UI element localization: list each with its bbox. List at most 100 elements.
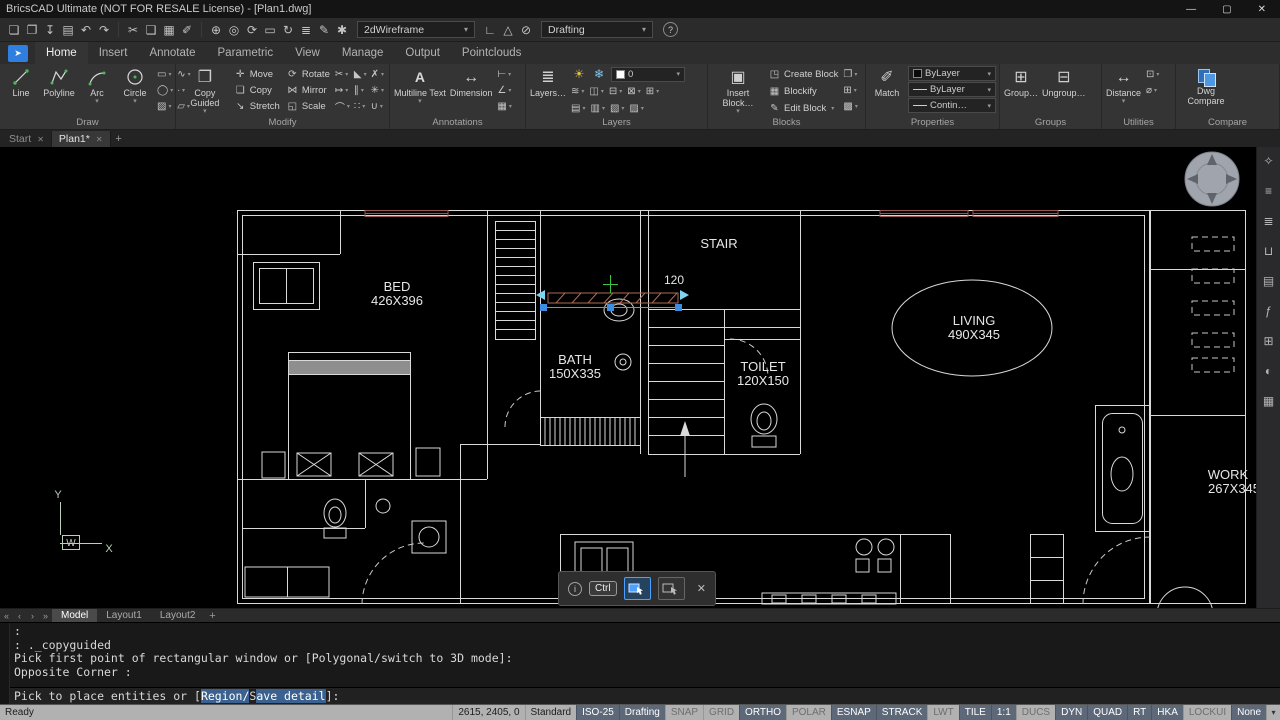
block-tool-icon-2[interactable]: ⊞ — [842, 82, 858, 98]
toggle-lwt[interactable]: LWT — [927, 705, 958, 720]
multiline-text-button[interactable]: A Multiline Text — [394, 66, 446, 105]
status-menu-icon[interactable]: ▾ — [1266, 705, 1280, 720]
field-standard[interactable]: Standard — [525, 705, 577, 720]
structure-panel-icon[interactable]: ⊞ — [1260, 332, 1277, 349]
ribbon-tab-manage[interactable]: Manage — [331, 42, 395, 64]
minimize-button[interactable]: — — [1186, 4, 1196, 15]
drawing-viewport[interactable]: BED 426X396 STAIR 120 BATH 150X335 TOILE… — [0, 147, 1256, 608]
tab-layout1[interactable]: Layout1 — [97, 609, 151, 623]
rotate-button[interactable]: ⟳Rotate — [286, 66, 330, 82]
layers-button[interactable]: ≣ Layers… — [530, 66, 566, 98]
sheets-panel-icon[interactable]: ▤ — [1260, 272, 1277, 289]
toggle-esnap[interactable]: ESNAP — [831, 705, 876, 720]
navigation-compass[interactable] — [1185, 152, 1239, 206]
report-panel-icon[interactable]: ▦ — [1260, 392, 1277, 409]
first-layout-icon[interactable]: « — [0, 611, 13, 621]
tab-model[interactable]: Model — [52, 609, 97, 623]
ucs-icon[interactable]: ∟ — [481, 20, 499, 39]
workspace-dropdown[interactable]: Drafting — [541, 21, 653, 38]
toggle-grid[interactable]: GRID — [703, 705, 739, 720]
layer-on-icon[interactable]: ☀ — [570, 65, 588, 84]
layer-tool-b-icon-3[interactable]: ▧ — [609, 103, 625, 114]
toggle-hka[interactable]: HKA — [1151, 705, 1183, 720]
zoom-icon[interactable]: ◎ — [225, 20, 243, 39]
ribbon-tab-home[interactable]: Home — [35, 42, 88, 64]
property-combo-1[interactable]: ByLayer — [908, 66, 996, 81]
insert-block-button[interactable]: ▣ Insert Block… — [712, 66, 764, 115]
maximize-button[interactable]: ▢ — [1222, 4, 1231, 15]
orbit-icon[interactable]: ⟳ — [243, 20, 261, 39]
zoom-extents-icon[interactable]: ▭ — [261, 20, 279, 39]
stretch-button[interactable]: ↘Stretch — [234, 98, 280, 114]
regen-icon[interactable]: ↻ — [279, 20, 297, 39]
toggle-strack[interactable]: STRACK — [876, 705, 928, 720]
settings-icon[interactable]: ✱ — [333, 20, 351, 39]
copy-icon[interactable]: ❑ — [142, 20, 160, 39]
open-file-icon[interactable]: ❐ — [23, 20, 41, 39]
match-button[interactable]: ✐ Match — [870, 66, 904, 98]
hka-copy-single-button[interactable] — [624, 577, 651, 600]
pan-icon[interactable]: ⊕ — [207, 20, 225, 39]
modify-tool-icon-1[interactable]: ✂ — [334, 66, 351, 82]
property-combo-3[interactable]: Contin… — [908, 98, 996, 113]
new-document-tab-button[interactable]: + — [111, 131, 127, 147]
layer-tool-icon-3[interactable]: ⊟ — [608, 86, 623, 97]
layer-tool-b-icon-4[interactable]: ▨ — [628, 103, 644, 114]
close-button[interactable]: ✕ — [1258, 4, 1266, 15]
clean-screen-icon[interactable]: ⊘ — [517, 20, 535, 39]
layer-states-icon[interactable]: ≣ — [297, 20, 315, 39]
edit-block-button[interactable]: ✎Edit Block — [768, 100, 838, 116]
hka-copy-multiple-button[interactable] — [658, 577, 685, 600]
layer-tool-icon-2[interactable]: ◫ — [588, 86, 604, 97]
tips-panel-icon[interactable]: ✧ — [1260, 152, 1277, 169]
ribbon-tab-pointclouds[interactable]: Pointclouds — [451, 42, 532, 64]
layer-tool-icon-5[interactable]: ⊞ — [645, 86, 660, 97]
draw-tool-icon-3[interactable]: ▨ — [156, 98, 174, 114]
ungroup-button[interactable]: ⊟Ungroup… — [1042, 66, 1086, 98]
undo-icon[interactable]: ↶ — [77, 20, 95, 39]
help-icon[interactable]: ? — [663, 22, 678, 37]
tab-start-close-icon[interactable]: ✕ — [37, 135, 44, 144]
ribbon-tab-annotate[interactable]: Annotate — [138, 42, 206, 64]
modify-tool-icon-3[interactable]: ⌒ — [334, 98, 351, 114]
paste-icon[interactable]: ▦ — [160, 20, 178, 39]
draw-tool-icon-2[interactable]: ◯ — [156, 82, 174, 98]
tab-plan1-close-icon[interactable]: ✕ — [96, 135, 103, 144]
view-style-dropdown[interactable]: 2dWireframe — [357, 21, 475, 38]
dwg-compare-button[interactable]: Dwg Compare — [1180, 66, 1232, 106]
mirror-button[interactable]: ⋈Mirror — [286, 82, 330, 98]
ribbon-tab-view[interactable]: View — [284, 42, 331, 64]
group-button[interactable]: ⊞Group… — [1004, 66, 1038, 98]
distance-button[interactable]: ↔ Distance — [1106, 66, 1141, 105]
circle-button[interactable]: Circle — [118, 66, 152, 105]
annotation-tool-icon-1[interactable]: ⊢ — [496, 66, 512, 82]
layer-freeze-icon[interactable]: ❄ — [590, 65, 608, 84]
block-tool-icon-1[interactable]: ❐ — [842, 66, 858, 82]
cut-icon[interactable]: ✂ — [124, 20, 142, 39]
prev-layout-icon[interactable]: ‹ — [13, 611, 26, 621]
components-panel-icon[interactable]: ⊔ — [1260, 242, 1277, 259]
toggle-1-1[interactable]: 1:1 — [991, 705, 1016, 720]
modify-tool-icon-4[interactable]: ◣ — [353, 66, 368, 82]
layer-tool-icon-1[interactable]: ≋ — [570, 86, 585, 97]
layer-dropdown[interactable]: 0 — [611, 67, 685, 82]
new-file-icon[interactable]: ❏ — [5, 20, 23, 39]
match-properties-icon[interactable]: ✐ — [178, 20, 196, 39]
application-button[interactable]: ➤ — [8, 45, 28, 62]
copy-button[interactable]: ❏Copy — [234, 82, 280, 98]
utility-tool-icon-2[interactable]: ⌀ — [1145, 82, 1160, 98]
toggle-polar[interactable]: POLAR — [786, 705, 831, 720]
modify-tool-icon-5[interactable]: ∥ — [353, 82, 368, 98]
polyline-button[interactable]: Polyline — [42, 66, 76, 98]
annotation-monitor-icon[interactable]: △ — [499, 20, 517, 39]
toggle-rt[interactable]: RT — [1127, 705, 1151, 720]
field-iso-25[interactable]: ISO-25 — [576, 705, 619, 720]
create-block-button[interactable]: ◳Create Block — [768, 66, 838, 82]
toggle-snap[interactable]: SNAP — [665, 705, 703, 720]
parameters-panel-icon[interactable]: ƒ — [1260, 302, 1277, 319]
annotation-tool-icon-3[interactable]: ▦ — [496, 98, 512, 114]
last-layout-icon[interactable]: » — [39, 611, 52, 621]
layer-tool-b-icon-2[interactable]: ▥ — [589, 103, 605, 114]
toggle-quad[interactable]: QUAD — [1087, 705, 1127, 720]
field-drafting[interactable]: Drafting — [619, 705, 665, 720]
